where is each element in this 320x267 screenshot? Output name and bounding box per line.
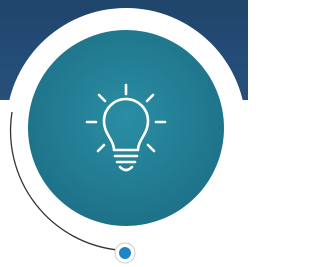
timeline-node-dot (119, 247, 131, 259)
lightbulb-badge-graphic (6, 8, 246, 264)
icon-badge (28, 30, 224, 226)
icon-card (0, 0, 248, 267)
